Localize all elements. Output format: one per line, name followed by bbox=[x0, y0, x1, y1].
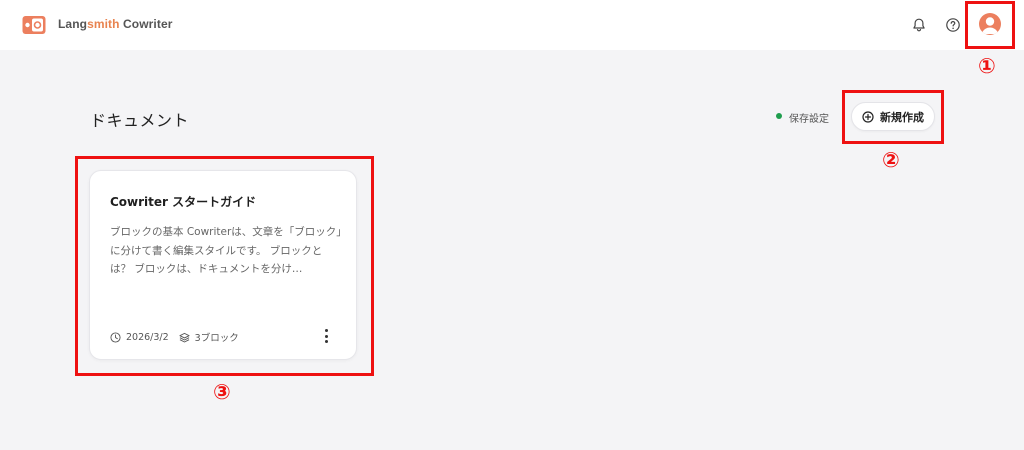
brand-suffix: Cowriter bbox=[119, 17, 173, 31]
page-title: ドキュメント bbox=[90, 111, 190, 130]
document-block-count: 3ブロック bbox=[194, 333, 239, 344]
logo-icon bbox=[22, 16, 46, 34]
new-document-label: 新規作成 bbox=[880, 110, 924, 124]
annotation-number-3: ③ bbox=[213, 380, 231, 404]
save-settings-link[interactable]: 保存設定 bbox=[789, 110, 829, 125]
user-avatar[interactable] bbox=[979, 13, 1001, 35]
brand-name[interactable]: Langsmith Cowriter bbox=[58, 17, 173, 31]
top-bar: Langsmith Cowriter bbox=[0, 0, 1024, 50]
brand-prefix: Lang bbox=[58, 17, 88, 31]
layers-icon bbox=[179, 332, 190, 342]
annotation-number-2: ② bbox=[882, 148, 900, 172]
status-indicator-dot bbox=[776, 113, 782, 119]
brand-accent: smith bbox=[87, 17, 120, 31]
document-excerpt: ブロックの基本 Cowriterは、文章を「ブロック」に分けて書く編集スタイルで… bbox=[110, 226, 342, 275]
user-silhouette-icon bbox=[981, 17, 999, 34]
document-date: 2026/3/2 bbox=[126, 331, 169, 343]
document-title: Cowriter スタートガイド bbox=[110, 195, 257, 209]
new-document-button[interactable]: 新規作成 bbox=[851, 102, 935, 131]
annotation-number-1: ① bbox=[978, 54, 996, 78]
plus-circle-icon bbox=[862, 110, 874, 123]
help-icon[interactable] bbox=[945, 17, 961, 33]
clock-icon bbox=[110, 331, 121, 343]
more-options-icon[interactable] bbox=[321, 329, 331, 343]
document-card[interactable]: Cowriter スタートガイド ブロックの基本 Cowriterは、文章を「ブ… bbox=[89, 170, 357, 360]
document-meta: 2026/3/2 3ブロック bbox=[110, 330, 342, 344]
notification-bell-icon[interactable] bbox=[911, 17, 927, 33]
